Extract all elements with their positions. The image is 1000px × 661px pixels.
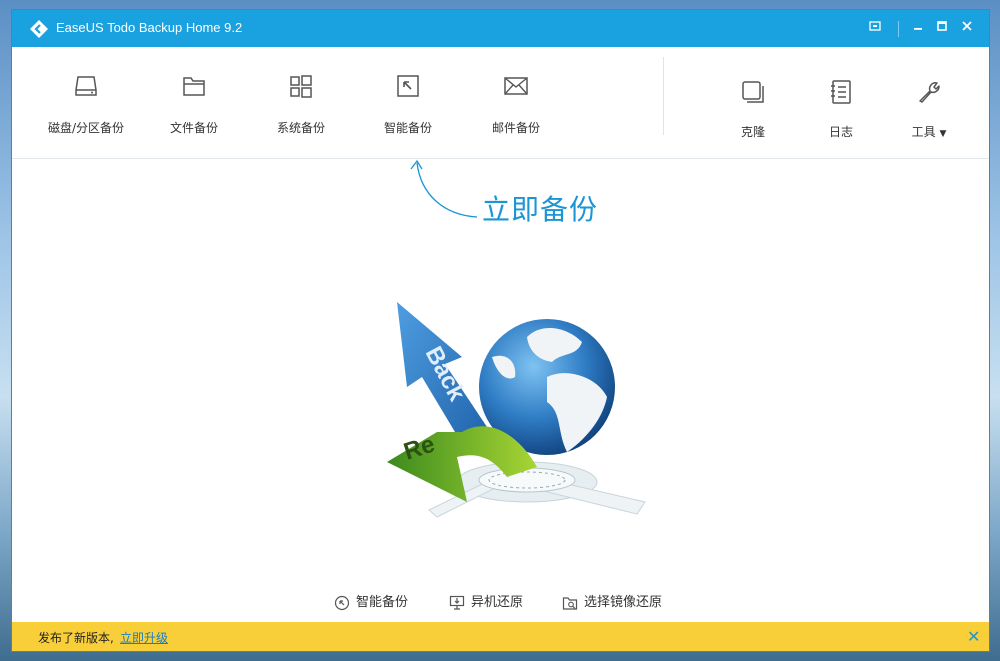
toolbar-mail-backup[interactable]: 邮件备份 bbox=[470, 47, 562, 147]
close-button[interactable] bbox=[956, 17, 978, 39]
image-restore-icon bbox=[562, 597, 578, 610]
toolbar-item-label: 邮件备份 bbox=[491, 121, 540, 135]
update-notice-bar: 发布了新版本, 立即升级 ✕ bbox=[12, 622, 989, 651]
quick-smart-backup[interactable]: 智能备份 bbox=[334, 592, 444, 614]
toolbar-item-label: 磁盘/分区备份 bbox=[47, 121, 125, 135]
mini-mode-icon bbox=[869, 21, 881, 31]
toolbar-log[interactable]: 日志 bbox=[806, 47, 876, 147]
smart-arrow-icon bbox=[397, 75, 419, 97]
toolbar-item-label: 日志 bbox=[828, 125, 853, 139]
toolbar-item-label: 系统备份 bbox=[276, 121, 325, 135]
update-notice-text: 发布了新版本, bbox=[38, 631, 114, 645]
wrench-icon bbox=[919, 82, 940, 103]
backup-now-hint[interactable]: 立即备份 bbox=[482, 188, 598, 228]
quick-restore-image-label: 选择镜像还原 bbox=[584, 595, 663, 610]
toolbar-tools-dropdown[interactable]: 工具 ▼ bbox=[893, 47, 965, 147]
hint-arrow-icon bbox=[410, 159, 478, 218]
quick-restore-image[interactable]: 选择镜像还原 bbox=[562, 592, 692, 614]
toolbar-file-backup[interactable]: 文件备份 bbox=[148, 47, 240, 147]
title-bar: EaseUS Todo Backup Home 9.2 bbox=[12, 10, 989, 47]
main-toolbar: 磁盘/分区备份 文件备份 系统备份 智能备份 邮件备份 克隆 日志 工具 ▼ bbox=[12, 47, 989, 159]
toolbar-smart-backup[interactable]: 智能备份 bbox=[362, 47, 454, 147]
smart-backup-icon bbox=[334, 595, 350, 611]
toolbar-clone[interactable]: 克隆 bbox=[718, 47, 788, 147]
windows-icon bbox=[290, 75, 312, 98]
toolbar-disk-backup[interactable]: 磁盘/分区备份 bbox=[40, 47, 132, 147]
clone-icon bbox=[742, 81, 764, 103]
close-notice-icon[interactable]: ✕ bbox=[967, 627, 980, 646]
close-icon bbox=[962, 21, 972, 31]
toolbar-item-label: 文件备份 bbox=[169, 121, 218, 135]
backup-globe-illustration: Back Re bbox=[387, 302, 646, 518]
restore-window-button[interactable] bbox=[864, 17, 886, 39]
upgrade-now-link[interactable]: 立即升级 bbox=[120, 629, 168, 646]
toolbar-system-backup[interactable]: 系统备份 bbox=[255, 47, 347, 147]
app-window: EaseUS Todo Backup Home 9.2 磁盘/分区备份 文件备份… bbox=[12, 10, 989, 651]
minimize-button[interactable] bbox=[907, 17, 929, 39]
window-title: EaseUS Todo Backup Home 9.2 bbox=[56, 20, 243, 35]
mail-icon bbox=[504, 77, 528, 95]
chevron-down-icon: ▼ bbox=[939, 129, 947, 139]
folder-icon bbox=[183, 77, 205, 96]
app-logo-icon bbox=[30, 20, 48, 38]
titlebar-divider bbox=[898, 21, 899, 37]
minimize-icon bbox=[914, 28, 922, 30]
toolbar-item-label: 智能备份 bbox=[383, 121, 432, 135]
disk-icon bbox=[75, 76, 97, 96]
computer-restore-icon bbox=[449, 595, 465, 610]
toolbar-item-label: 克隆 bbox=[740, 125, 765, 139]
maximize-icon bbox=[937, 21, 947, 31]
maximize-button[interactable] bbox=[931, 17, 953, 39]
quick-restore-other-machine[interactable]: 异机还原 bbox=[449, 592, 559, 614]
log-icon bbox=[831, 80, 851, 104]
quick-smart-backup-label: 智能备份 bbox=[356, 595, 409, 610]
toolbar-divider bbox=[663, 57, 664, 135]
quick-restore-other-label: 异机还原 bbox=[471, 595, 524, 610]
toolbar-item-label: 工具 ▼ bbox=[911, 125, 947, 139]
